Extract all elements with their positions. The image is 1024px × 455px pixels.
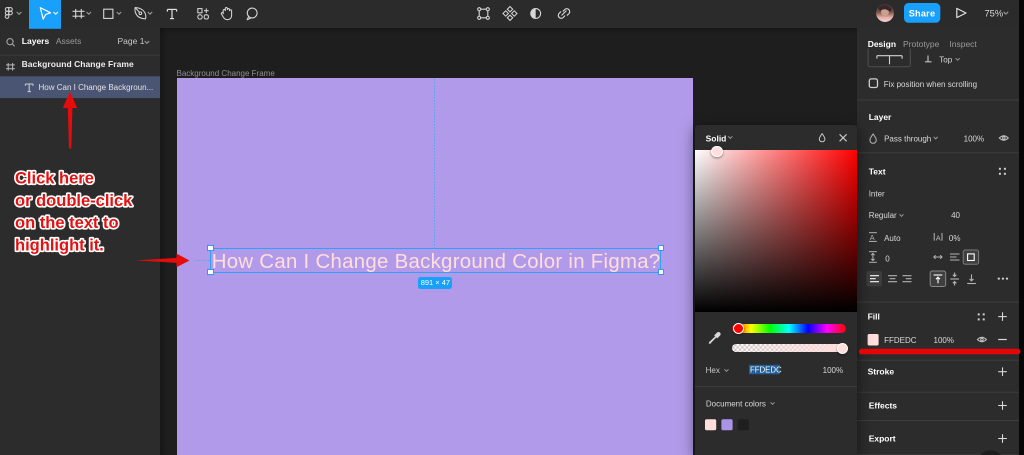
svg-text:A: A [935,233,940,242]
svg-text:Solid: Solid [705,133,726,143]
svg-text:0: 0 [885,254,890,263]
svg-text:FFDEDC: FFDEDC [750,365,782,374]
svg-text:Prototype: Prototype [903,38,940,48]
svg-text:Fix position when scrolling: Fix position when scrolling [883,79,976,88]
svg-text:FFDEDC: FFDEDC [884,336,917,345]
svg-text:100%: 100% [823,366,843,375]
svg-text:Layer: Layer [868,111,891,121]
svg-text:Inter: Inter [868,189,884,198]
svg-text:Top: Top [939,55,952,64]
svg-text:Auto: Auto [884,234,901,243]
svg-text:Document colors: Document colors [706,399,766,408]
svg-text:Effects: Effects [868,400,897,410]
svg-text:Hex: Hex [705,366,719,375]
svg-text:A: A [869,233,874,242]
svg-text:Share: Share [909,8,936,18]
svg-text:40: 40 [951,211,960,220]
svg-text:Text: Text [868,166,885,176]
svg-text:Regular: Regular [868,211,896,220]
svg-text:100%: 100% [933,336,953,345]
svg-text:Stroke: Stroke [867,366,894,376]
svg-text:Export: Export [868,433,895,443]
svg-text:Fill: Fill [867,311,879,321]
svg-text:75%: 75% [985,8,1004,18]
svg-text:Design: Design [867,38,895,48]
svg-text:Inspect: Inspect [949,38,977,48]
svg-text:100%: 100% [963,134,983,143]
svg-text:Pass through: Pass through [884,134,931,143]
svg-text:0%: 0% [948,234,960,243]
